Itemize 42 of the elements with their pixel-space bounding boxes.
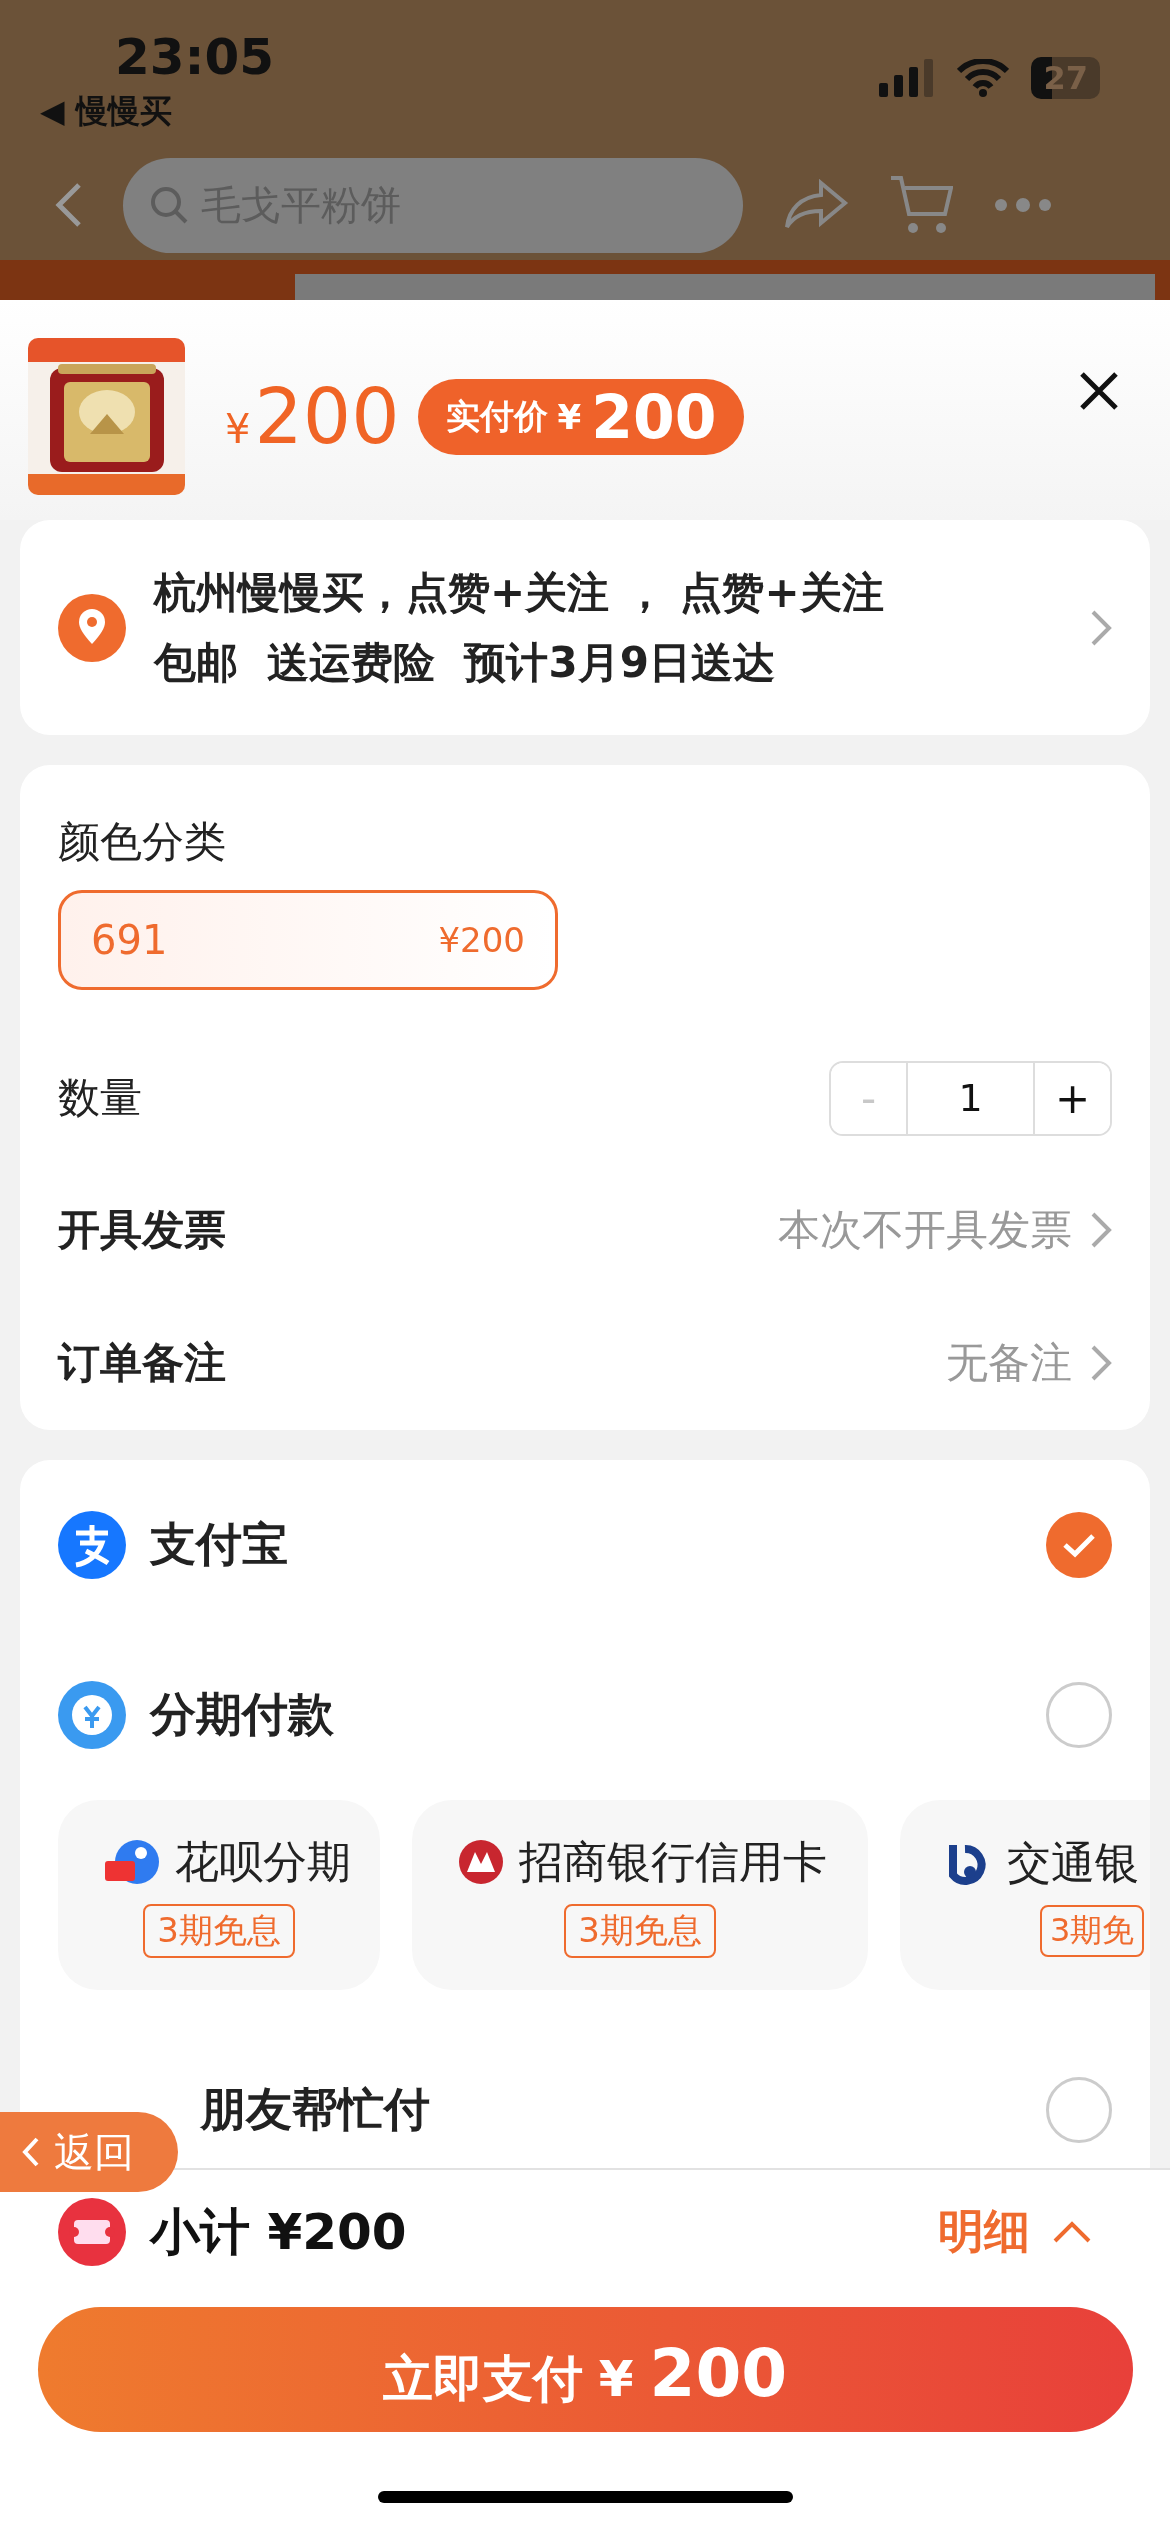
cart-icon[interactable] [889,174,953,236]
back-icon[interactable] [55,181,83,229]
bank-logo-icon [457,1838,505,1886]
interest-free-tag: 3期免息 [143,1903,295,1958]
ticket-icon [58,2198,126,2266]
address-card[interactable]: 杭州慢慢买，点赞+关注 ， 点赞+关注 包邮 送运费险 预计3月9日送达 [20,520,1150,735]
share-icon[interactable] [783,179,849,231]
close-icon[interactable] [1078,370,1120,412]
payment-method-label[interactable]: 分期付款 [150,1684,334,1746]
payment-method-label[interactable]: 朋友帮忙付 [200,2079,430,2141]
signal-icon [879,59,936,97]
search-icon [149,185,189,225]
status-time: 23:05 [115,28,275,86]
payment-logo-icon [58,1511,126,1579]
chevron-left-icon [22,2136,40,2168]
product-price: ¥200 [225,372,400,461]
installment-icon [58,1681,126,1749]
chevron-right-icon [1090,1344,1112,1382]
chevron-right-icon [1090,608,1112,647]
chevron-right-icon [1090,1211,1112,1249]
payment-method-label[interactable]: 支付宝 [150,1514,288,1576]
subtotal-text: 小计 ¥200 [150,2201,407,2263]
interest-free-tag: 3期免息 [564,1903,716,1958]
address-line: 杭州慢慢买，点赞+关注 ， 点赞+关注 [154,566,885,619]
option-label: 颜色分类 [58,816,226,868]
interest-free-tag: 3期免 [1040,1904,1145,1957]
invoice-label: 开具发票 [58,1204,226,1256]
note-label: 订单备注 [58,1337,226,1389]
quantity-label: 数量 [58,1072,142,1124]
final-price-badge: 实付价 ¥ 200 [417,378,745,455]
check-icon [1062,1532,1096,1558]
installment-option[interactable]: 交通银 3期免 [900,1800,1150,1990]
more-icon[interactable] [993,197,1053,213]
installment-option[interactable]: 招商银行信用卡 3期免息 [412,1800,868,1990]
pay-button[interactable]: 立即支付 ¥ 200 [37,2307,1133,2432]
location-pin-icon [58,593,126,662]
battery-level: 27 [1031,57,1100,99]
delivery-info: 包邮 送运费险 预计3月9日送达 [154,636,776,689]
caret-up-icon [1052,2220,1092,2244]
installment-option[interactable]: 花呗分期 3期免息 [58,1800,380,1990]
installment-logo-icon [103,1837,161,1887]
wifi-icon [957,59,1010,97]
